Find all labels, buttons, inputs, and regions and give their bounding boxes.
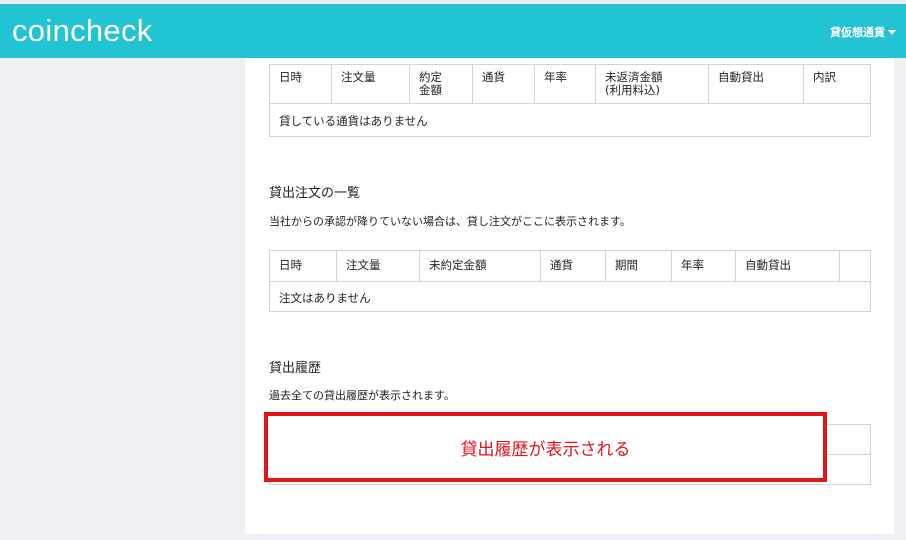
column-header-unfilled-amount: 未約定金額 xyxy=(419,250,541,282)
history-annotation-box: 貸出履歴が表示される xyxy=(264,412,827,482)
lending-menu-label: 貸仮想通貨 xyxy=(830,26,885,39)
column-header-breakdown: 内訳 xyxy=(803,64,871,104)
column-header-auto-lending: 自動貸出 xyxy=(735,250,840,282)
column-header-contract-amount: 約定 金額 xyxy=(409,64,473,104)
orders-section-description: 当社からの承認が降りていない場合は、貸し注文がここに表示されます。 xyxy=(269,215,631,228)
column-header-auto-lending: 自動貸出 xyxy=(708,64,804,104)
history-section-title: 貸出履歴 xyxy=(269,361,322,376)
column-header-annual-rate: 年率 xyxy=(671,250,736,282)
column-header-annual-rate: 年率 xyxy=(534,64,596,104)
column-header-datetime: 日時 xyxy=(269,64,332,104)
coincheck-logo[interactable]: coincheck xyxy=(12,13,153,49)
top-navigation-bar: coincheck 貸仮想通貨 xyxy=(0,4,906,58)
column-header-order-amount: 注文量 xyxy=(331,64,410,104)
table-header-row: 日時 注文量 約定 金額 通貨 年率 未返済金額 (利用料込) 自動貸出 内訳 xyxy=(269,64,871,104)
table-row: 貸している通貨はありません xyxy=(269,103,871,137)
column-header-action xyxy=(839,250,871,282)
column-header-currency: 通貨 xyxy=(472,64,535,104)
caret-down-icon xyxy=(888,29,896,35)
column-header-order-amount: 注文量 xyxy=(336,250,420,282)
column-header-currency: 通貨 xyxy=(540,250,606,282)
orders-table: 日時 注文量 未約定金額 通貨 期間 年率 自動貸出 注文はありません xyxy=(269,250,871,312)
history-annotation-text: 貸出履歴が表示される xyxy=(460,439,631,460)
lending-table: 日時 注文量 約定 金額 通貨 年率 未返済金額 (利用料込) 自動貸出 内訳 … xyxy=(269,64,871,137)
history-section-description: 過去全ての貸出履歴が表示されます。 xyxy=(269,389,455,402)
table-row: 注文はありません xyxy=(269,281,871,312)
orders-section-title: 貸出注文の一覧 xyxy=(269,186,361,201)
empty-message: 貸している通貨はありません xyxy=(269,103,871,137)
column-header-unpaid-amount: 未返済金額 (利用料込) xyxy=(595,64,709,104)
table-header-row: 日時 注文量 未約定金額 通貨 期間 年率 自動貸出 xyxy=(269,250,871,282)
column-header-period: 期間 xyxy=(605,250,672,282)
column-header-datetime: 日時 xyxy=(269,250,337,282)
lending-menu-dropdown[interactable]: 貸仮想通貨 xyxy=(830,24,896,40)
empty-message: 注文はありません xyxy=(269,281,871,312)
